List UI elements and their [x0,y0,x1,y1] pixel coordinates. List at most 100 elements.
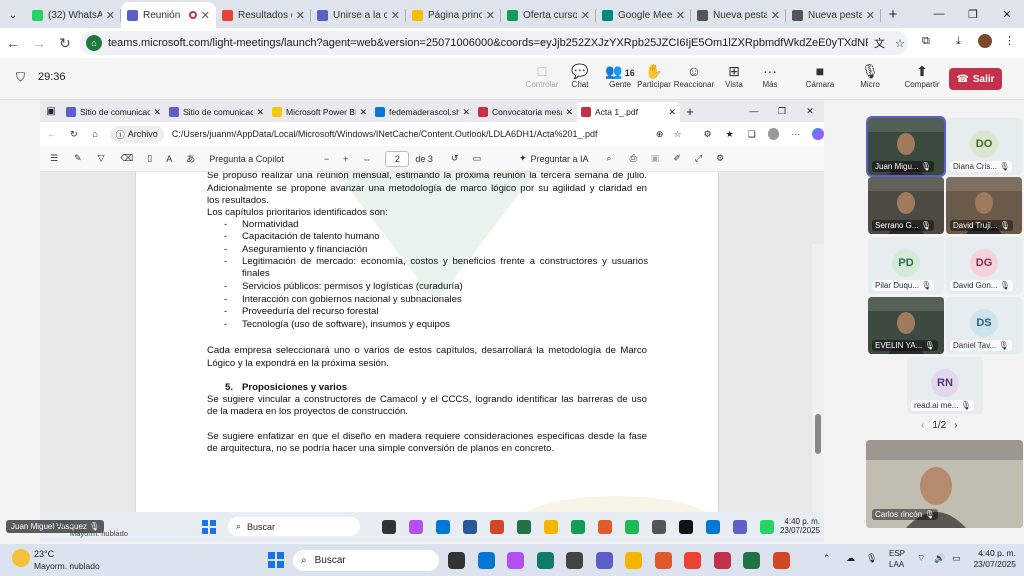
extensions-icon[interactable]: ⚙ [704,129,712,140]
browser-tab[interactable]: Unirse a la co ✕ [311,2,406,28]
close-tab-icon[interactable]: ✕ [565,107,573,118]
close-tab-icon[interactable]: ✕ [296,9,305,22]
reload-icon[interactable]: ↻ [52,35,78,52]
taskbar-app-icon[interactable] [571,520,585,534]
browser-tab[interactable]: Página princi ✕ [406,2,501,28]
pdf-viewer[interactable]: Se propuso realizar una reunión mensual,… [40,172,824,512]
taskbar-app-icon[interactable] [536,552,554,569]
ask-copilot-button[interactable]: Pregunta a Copilot [209,154,284,164]
participant-tile[interactable]: DG David Gon... 🎙 [946,237,1022,294]
taskbar-app-icon[interactable] [517,520,531,534]
back-icon[interactable]: ← [40,129,63,139]
taskbar-app-icon[interactable] [733,520,747,534]
browser-tab[interactable]: Nueva pesta ✕ [691,2,786,28]
windows-start-icon[interactable] [268,552,284,568]
home-icon[interactable]: ⌂ [85,129,106,139]
taskbar-search-input[interactable]: ⌕ Buscar [228,517,360,536]
taskbar-app-icon[interactable] [566,552,583,569]
rotate-icon[interactable]: ↺ [451,153,459,164]
chevron-left-icon[interactable]: ‹ [921,420,924,431]
site-info-icon[interactable]: ⌂ [86,35,102,51]
language-indicator[interactable]: ESP LAA [889,548,905,570]
fit-page-icon[interactable]: ⇔ [362,154,371,164]
taskbar-app-icon[interactable] [595,552,613,569]
wifi-icon[interactable]: ⌔ [917,553,925,564]
close-tab-icon[interactable]: ✕ [106,9,115,22]
menu-icon[interactable]: ⋮ [1004,34,1015,47]
browser-tab[interactable]: Google Meet ✕ [596,2,691,28]
read-aloud-icon[interactable]: A [166,154,172,164]
meeting-control-button[interactable]: ■ Cámara [798,62,842,89]
close-tab-icon[interactable]: ✕ [581,9,590,22]
volume-icon[interactable]: 🔊 [934,553,945,564]
self-video-tile[interactable]: Carlos rincón 🎙 [866,440,1023,528]
tab-search-button[interactable]: ⌄ [0,2,26,28]
chevron-up-icon[interactable]: ⌃ [823,553,831,564]
taskbar-app-icon[interactable] [477,552,495,569]
print-icon[interactable]: ⎙ [630,153,637,164]
taskbar-search-input[interactable]: ⌕ Buscar [293,550,439,571]
taskbar-app-icon[interactable] [448,552,465,569]
copilot-icon[interactable] [812,128,824,140]
shared-browser-tab[interactable]: fedemaderascol.sha ✕ [371,102,474,122]
browser-tab[interactable]: (32) WhatsAp ✕ [26,2,121,28]
close-tab-icon[interactable]: ✕ [771,9,780,22]
forward-icon[interactable]: → [26,35,52,51]
favorite-star-icon[interactable]: ☆ [673,129,681,140]
fullscreen-icon[interactable]: ⤢ [695,153,702,164]
profile-avatar[interactable] [978,34,992,48]
zoom-out-icon[interactable]: − [324,154,329,164]
taskbar-app-icon[interactable] [713,552,731,569]
taskbar-app-icon[interactable] [652,520,666,534]
zoom-in-icon[interactable]: + [343,154,348,164]
browser-tab[interactable]: Reunión ✕ [121,2,216,28]
leave-button[interactable]: ☎ Salir [949,68,1002,90]
close-tab-icon[interactable]: ✕ [462,107,470,118]
taskbar-app-icon[interactable] [743,552,760,569]
ask-ai-button[interactable]: Preguntar a IA [531,154,589,164]
taskbar-clock[interactable]: 4:40 p. m. 23/07/2025 [966,548,1016,570]
shared-browser-tab[interactable]: Acta 1_.pdf ✕ [577,102,680,122]
close-tab-icon[interactable]: ✕ [256,107,264,118]
chevron-right-icon[interactable]: › [954,420,957,431]
more-icon[interactable]: ··· [791,129,800,139]
draw-icon[interactable]: ▽ [98,153,105,164]
extensions-icon[interactable]: ⧉ [922,35,930,48]
restore-icon[interactable]: ❐ [768,106,796,117]
taskbar-app-icon[interactable] [684,552,701,569]
participant-tile[interactable]: David Truji... 🎙 [946,177,1022,234]
windows-start-icon[interactable] [202,520,216,534]
scroll-thumb[interactable] [815,414,821,454]
meeting-control-button[interactable]: 🎙 Micro [848,62,892,89]
battery-icon[interactable]: ▭ [952,553,961,564]
minimize-icon[interactable]: — [922,8,956,20]
minimize-icon[interactable]: — [740,106,768,116]
taskbar-app-icon[interactable] [382,520,396,534]
close-tab-icon[interactable]: ✕ [153,107,161,118]
url-bar[interactable]: ⌂ teams.microsoft.com/light-meetings/lau… [80,31,908,55]
meeting-control-button[interactable]: ··· Más [748,62,792,89]
zoom-icon[interactable]: ⊕ [656,129,664,140]
taskbar-app-icon[interactable] [625,552,642,569]
shared-browser-tab[interactable]: Microsoft Power BI ✕ [268,102,371,122]
taskbar-app-icon[interactable] [436,520,450,534]
meeting-control-button[interactable]: ✋ Participar [632,62,676,89]
taskbar-app-icon[interactable] [598,520,612,534]
close-tab-icon[interactable]: ✕ [866,9,875,22]
two-page-icon[interactable]: ▭ [472,153,481,164]
bookmark-star-icon[interactable]: ☆ [895,37,905,50]
file-chip[interactable]: ⓘ Archivo [109,125,164,143]
reload-icon[interactable]: ↻ [63,129,84,140]
taskbar-app-icon[interactable] [772,552,790,569]
tab-actions-icon[interactable]: ▣ [40,102,62,122]
close-tab-icon[interactable]: ✕ [676,9,685,22]
participant-tile[interactable]: Serrano G... 🎙 [868,177,944,234]
close-tab-icon[interactable]: ✕ [486,9,495,22]
taskbar-app-icon[interactable] [679,520,693,534]
favorites-icon[interactable]: ★ [726,129,734,140]
page-view-icon[interactable]: ▯ [147,153,152,164]
participant-tile[interactable]: Juan Migu... 🎙 [866,116,946,177]
shared-browser-tab[interactable]: Convocatoria mesa ✕ [474,102,577,122]
taskbar-app-icon[interactable] [706,520,720,534]
translate-icon[interactable]: あ [186,152,195,165]
